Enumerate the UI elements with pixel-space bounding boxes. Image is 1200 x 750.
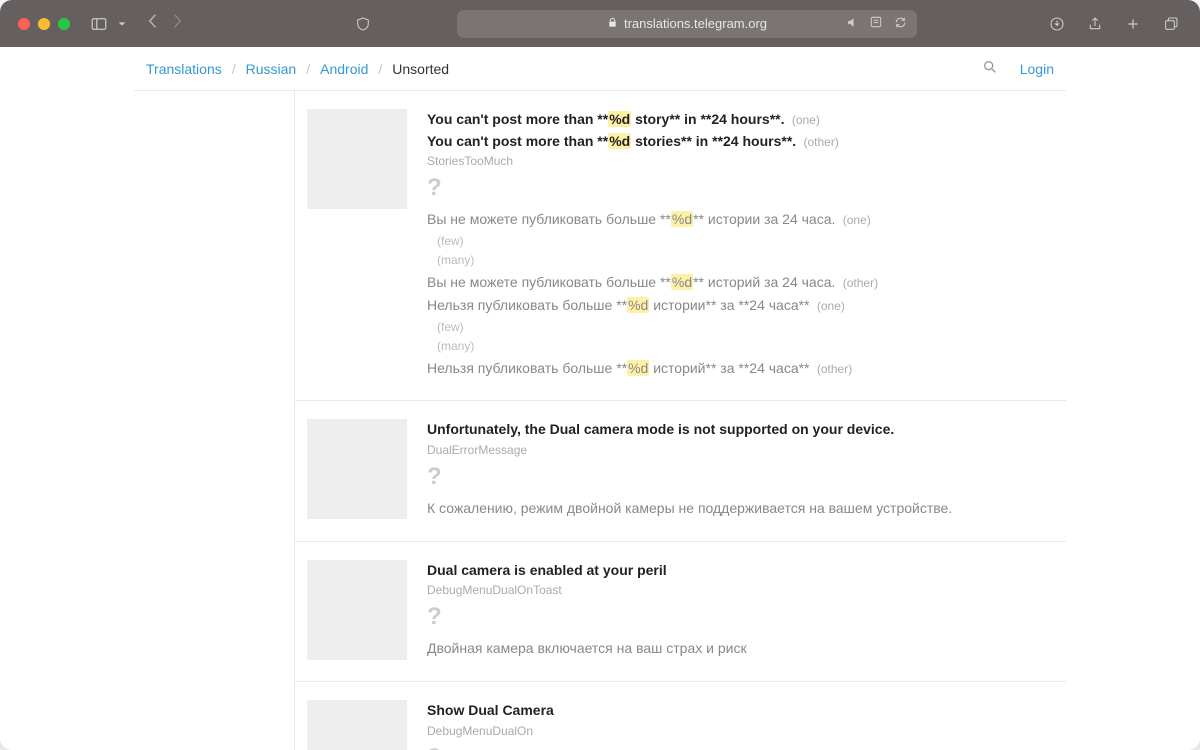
translation-string: К сожалению, режим двойной камеры не под… xyxy=(427,497,1050,521)
translation-string: Вы не можете публиковать больше **%d** и… xyxy=(427,271,1050,295)
search-icon[interactable] xyxy=(982,59,998,79)
crumb-android[interactable]: Android xyxy=(320,61,368,77)
translation-entry[interactable]: You can't post more than **%d story** in… xyxy=(295,91,1066,401)
entry-thumbnail[interactable] xyxy=(307,109,407,209)
translation-string: Нельзя публиковать больше **%d истории**… xyxy=(427,294,1050,318)
close-window-button[interactable] xyxy=(18,18,30,30)
new-tab-icon[interactable] xyxy=(1122,13,1144,35)
browser-window: translations.telegram.org xyxy=(0,0,1200,750)
left-sidebar xyxy=(134,91,294,750)
translation-entry[interactable]: Dual camera is enabled at your perilDebu… xyxy=(295,542,1066,682)
untranslated-icon: ? xyxy=(427,603,1050,631)
entry-body: You can't post more than **%d story** in… xyxy=(427,109,1066,380)
mute-icon[interactable] xyxy=(846,16,859,32)
crumb-current: Unsorted xyxy=(392,61,449,77)
nav-buttons xyxy=(148,13,182,34)
downloads-icon[interactable] xyxy=(1046,13,1068,35)
back-button[interactable] xyxy=(148,13,158,34)
crumb-translations[interactable]: Translations xyxy=(146,61,222,77)
crumb-sep: / xyxy=(306,61,310,77)
reload-icon[interactable] xyxy=(894,16,907,32)
address-bar[interactable]: translations.telegram.org xyxy=(457,10,917,38)
crumb-russian[interactable]: Russian xyxy=(246,61,297,77)
chevron-down-icon[interactable] xyxy=(116,13,128,35)
translation-string: Двойная камера включается на ваш страх и… xyxy=(427,637,1050,661)
titlebar: translations.telegram.org xyxy=(0,0,1200,47)
lock-icon xyxy=(607,17,618,31)
source-string: Show Dual Camera xyxy=(427,700,1050,722)
page: Translations / Russian / Android / Unsor… xyxy=(0,47,1200,750)
source-string: You can't post more than **%d story** in… xyxy=(427,109,1050,131)
source-string: Unfortunately, the Dual camera mode is n… xyxy=(427,419,1050,441)
entry-body: Show Dual CameraDebugMenuDualOn?Показать… xyxy=(427,700,1066,750)
sidebar-toggle-icon[interactable] xyxy=(88,13,110,35)
maximize-window-button[interactable] xyxy=(58,18,70,30)
toolbar-right xyxy=(1046,13,1182,35)
translation-string: Нельзя публиковать больше **%d историй**… xyxy=(427,357,1050,381)
source-string: Dual camera is enabled at your peril xyxy=(427,560,1050,582)
entry-body: Dual camera is enabled at your perilDebu… xyxy=(427,560,1066,661)
privacy-shield-icon[interactable] xyxy=(352,13,374,35)
url-text: translations.telegram.org xyxy=(624,16,767,31)
content: You can't post more than **%d story** in… xyxy=(134,91,1066,750)
entry-body: Unfortunately, the Dual camera mode is n… xyxy=(427,419,1066,520)
entry-thumbnail[interactable] xyxy=(307,560,407,660)
untranslated-icon: ? xyxy=(427,463,1050,491)
plural-form-tag: (many) xyxy=(437,337,1050,356)
tabs-icon[interactable] xyxy=(1160,13,1182,35)
share-icon[interactable] xyxy=(1084,13,1106,35)
entry-thumbnail[interactable] xyxy=(307,419,407,519)
plural-form-tag: (few) xyxy=(437,318,1050,337)
untranslated-icon: ? xyxy=(427,744,1050,750)
string-key: DualErrorMessage xyxy=(427,443,1050,457)
entries-list: You can't post more than **%d story** in… xyxy=(294,91,1066,750)
translation-string: Вы не можете публиковать больше **%d** и… xyxy=(427,208,1050,232)
breadcrumb: Translations / Russian / Android / Unsor… xyxy=(146,61,449,77)
crumb-sep: / xyxy=(232,61,236,77)
window-controls xyxy=(18,18,70,30)
source-string: You can't post more than **%d stories** … xyxy=(427,131,1050,153)
translation-entry[interactable]: Show Dual CameraDebugMenuDualOn?Показать… xyxy=(295,682,1066,750)
untranslated-icon: ? xyxy=(427,174,1050,202)
translation-entry[interactable]: Unfortunately, the Dual camera mode is n… xyxy=(295,401,1066,541)
minimize-window-button[interactable] xyxy=(38,18,50,30)
plural-form-tag: (few) xyxy=(437,232,1050,251)
reader-icon[interactable] xyxy=(869,15,883,32)
string-key: DebugMenuDualOnToast xyxy=(427,583,1050,597)
entry-thumbnail[interactable] xyxy=(307,700,407,750)
plural-form-tag: (many) xyxy=(437,251,1050,270)
forward-button[interactable] xyxy=(172,13,182,34)
string-key: DebugMenuDualOn xyxy=(427,724,1050,738)
login-link[interactable]: Login xyxy=(1020,61,1054,77)
crumb-sep: / xyxy=(378,61,382,77)
string-key: StoriesTooMuch xyxy=(427,154,1050,168)
page-header: Translations / Russian / Android / Unsor… xyxy=(134,47,1066,91)
